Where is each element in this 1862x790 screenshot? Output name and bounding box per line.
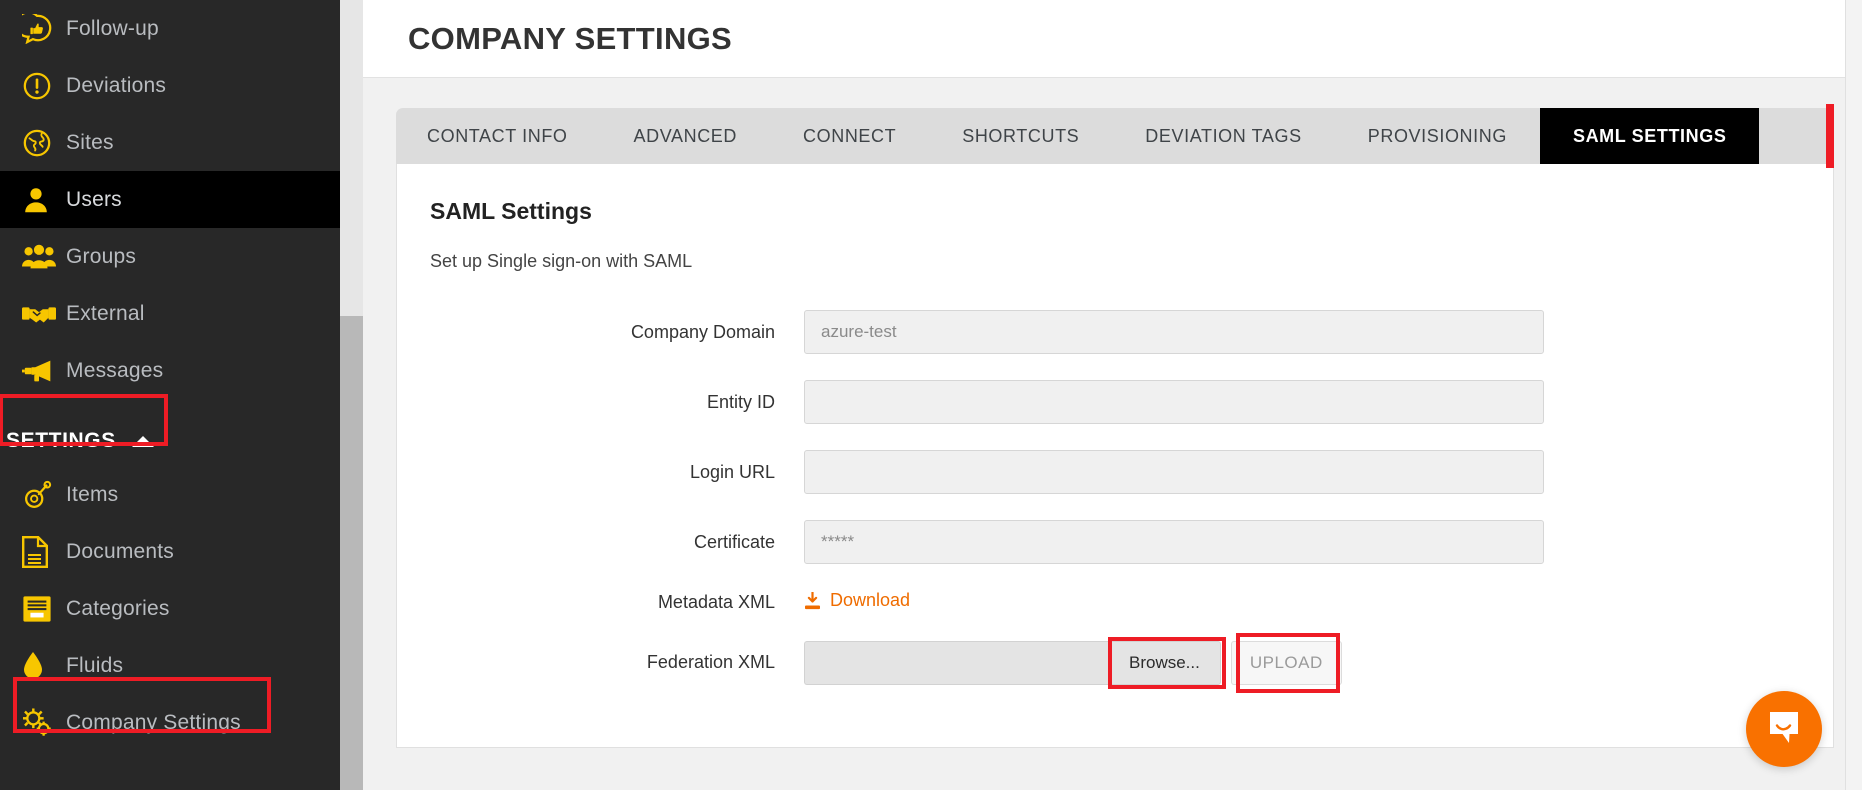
federation-xml-file-input[interactable]: [804, 641, 1108, 685]
gears-icon: [22, 708, 66, 738]
page-scrollbar[interactable]: [1845, 0, 1862, 790]
tab-contact-info[interactable]: CONTACT INFO: [396, 108, 601, 164]
field-row-metadata-xml: Metadata XML Download: [430, 590, 1793, 615]
panel-subtitle: Set up Single sign-on with SAML: [430, 251, 1793, 272]
sidebar-section-label: SETTINGS: [6, 429, 116, 453]
settings-card: CONTACT INFO ADVANCED CONNECT SHORTCUTS …: [363, 78, 1862, 748]
sidebar-item-label: Items: [66, 483, 118, 507]
sidebar-section-settings[interactable]: SETTINGS: [0, 416, 340, 466]
certificate-input[interactable]: [804, 520, 1544, 564]
saml-settings-panel: SAML Settings Set up Single sign-on with…: [396, 164, 1834, 748]
globe-icon: [22, 128, 66, 158]
chat-launcher-button[interactable]: [1746, 691, 1822, 767]
document-icon: [22, 536, 66, 568]
main-content: COMPANY SETTINGS CONTACT INFO ADVANCED C…: [363, 0, 1862, 790]
label-company-domain: Company Domain: [430, 322, 804, 343]
sidebar-item-label: Categories: [66, 597, 170, 621]
sidebar-item-label: Company Settings: [66, 711, 241, 735]
sidebar-item-label: Users: [66, 188, 122, 212]
download-icon: [804, 592, 821, 610]
droplet-icon: [22, 651, 66, 681]
tab-advanced[interactable]: ADVANCED: [601, 108, 770, 164]
sidebar-item-label: Fluids: [66, 654, 123, 678]
sidebar-item-label: Deviations: [66, 74, 166, 98]
field-row-entity-id: Entity ID: [430, 380, 1793, 424]
page-title: COMPANY SETTINGS: [408, 21, 732, 57]
label-certificate: Certificate: [430, 532, 804, 553]
field-row-company-domain: Company Domain: [430, 310, 1793, 354]
megaphone-icon: [22, 359, 66, 383]
exclamation-circle-icon: [22, 71, 66, 101]
sidebar-item-label: Documents: [66, 540, 174, 564]
login-url-input[interactable]: [804, 450, 1544, 494]
caret-up-icon: [132, 436, 154, 447]
browse-button[interactable]: Browse...: [1108, 641, 1221, 685]
sidebar-item-company-settings[interactable]: Company Settings: [0, 694, 340, 751]
sidebar-item-fluids[interactable]: Fluids: [0, 637, 340, 694]
company-domain-input[interactable]: [804, 310, 1544, 354]
field-row-login-url: Login URL: [430, 450, 1793, 494]
panel-title: SAML Settings: [430, 198, 1793, 225]
sidebar-scrollbar-track[interactable]: [340, 0, 363, 316]
sidebar-item-messages[interactable]: Messages: [0, 342, 340, 399]
thumbs-up-chat-icon: [22, 14, 66, 44]
sidebar-scrollbar-thumb[interactable]: [340, 316, 363, 790]
sidebar-item-external[interactable]: External: [0, 285, 340, 342]
entity-id-input[interactable]: [804, 380, 1544, 424]
sidebar-item-categories[interactable]: Categories: [0, 580, 340, 637]
user-icon: [22, 185, 66, 215]
page-header: COMPANY SETTINGS: [363, 0, 1862, 78]
annotation-box-saml-settings-tab: [1826, 104, 1834, 168]
tab-shortcuts[interactable]: SHORTCUTS: [929, 108, 1112, 164]
sidebar-item-label: Sites: [66, 131, 114, 155]
label-metadata-xml: Metadata XML: [430, 592, 804, 613]
sidebar-item-label: Messages: [66, 359, 163, 383]
users-group-icon: [22, 243, 66, 271]
download-metadata-link[interactable]: Download: [804, 590, 910, 611]
sidebar: Follow-up Deviations Sites: [0, 0, 340, 790]
field-row-federation-xml: Federation XML Browse... UPLOAD: [430, 641, 1793, 685]
app-screen: Follow-up Deviations Sites: [0, 0, 1862, 790]
tab-provisioning[interactable]: PROVISIONING: [1335, 108, 1540, 164]
chat-bubble-icon: [1764, 707, 1804, 752]
sidebar-item-groups[interactable]: Groups: [0, 228, 340, 285]
tab-deviation-tags[interactable]: DEVIATION TAGS: [1112, 108, 1334, 164]
sidebar-item-label: Follow-up: [66, 17, 159, 41]
sidebar-item-label: External: [66, 302, 145, 326]
upload-button[interactable]: UPLOAD: [1231, 641, 1342, 685]
label-federation-xml: Federation XML: [430, 652, 804, 673]
sidebar-item-users[interactable]: Users: [0, 171, 340, 228]
sidebar-item-deviations[interactable]: Deviations: [0, 57, 340, 114]
tab-saml-settings[interactable]: SAML SETTINGS: [1540, 108, 1759, 164]
tabs: CONTACT INFO ADVANCED CONNECT SHORTCUTS …: [396, 108, 1834, 164]
categories-icon: [22, 594, 66, 624]
sidebar-item-follow-up[interactable]: Follow-up: [0, 0, 340, 57]
sidebar-item-items[interactable]: Items: [0, 466, 340, 523]
file-upload-group: Browse... UPLOAD: [804, 641, 1544, 685]
label-login-url: Login URL: [430, 462, 804, 483]
download-link-label: Download: [830, 590, 910, 611]
tab-connect[interactable]: CONNECT: [770, 108, 929, 164]
handshake-icon: [22, 301, 66, 327]
label-entity-id: Entity ID: [430, 392, 804, 413]
sidebar-item-label: Groups: [66, 245, 136, 269]
pulley-icon: [22, 480, 66, 510]
field-row-certificate: Certificate: [430, 520, 1793, 564]
sidebar-item-sites[interactable]: Sites: [0, 114, 340, 171]
sidebar-item-documents[interactable]: Documents: [0, 523, 340, 580]
